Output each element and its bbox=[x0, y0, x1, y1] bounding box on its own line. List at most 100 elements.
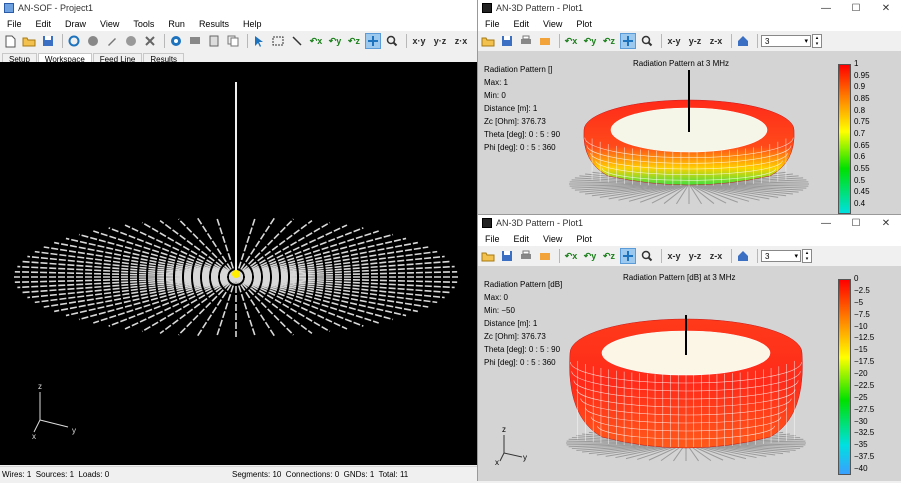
maximize-icon[interactable]: ☐ bbox=[841, 3, 871, 14]
menu-edit[interactable]: Edit bbox=[507, 19, 537, 29]
plot1-chart-title: Radiation Pattern at 3 MHz bbox=[633, 59, 730, 68]
view-yz-button[interactable]: y-z bbox=[686, 33, 704, 49]
main-window: AN-SOF - Project1 File Edit Draw View To… bbox=[0, 0, 477, 482]
export-icon[interactable] bbox=[537, 33, 553, 49]
select-arrow-icon[interactable] bbox=[251, 33, 267, 49]
menu-file[interactable]: File bbox=[478, 19, 507, 29]
plot2-title: AN-3D Pattern - Plot1 bbox=[496, 218, 584, 228]
open-folder-icon[interactable] bbox=[480, 248, 496, 264]
view-zx-button[interactable]: z·x bbox=[452, 33, 470, 49]
pan-icon[interactable] bbox=[620, 33, 636, 49]
rotate-y-icon[interactable]: ↶y bbox=[582, 248, 598, 264]
select-box-icon[interactable] bbox=[270, 33, 286, 49]
frequency-select[interactable]: 3 ▾ bbox=[761, 250, 801, 262]
menu-view[interactable]: View bbox=[536, 234, 569, 244]
rotate-z-icon[interactable]: ↶z bbox=[346, 33, 362, 49]
sphere-icon[interactable] bbox=[85, 33, 101, 49]
colorbar-tick-label: 0.9 bbox=[854, 82, 866, 92]
rotate-x-icon[interactable]: ↶x bbox=[308, 33, 324, 49]
axis-label-z: z bbox=[38, 382, 42, 391]
colorbar-tick-label: 0.4 bbox=[854, 199, 866, 208]
zoom-icon[interactable] bbox=[639, 33, 655, 49]
plot1-canvas[interactable]: Radiation Pattern at 3 MHz Radiation Pat… bbox=[478, 52, 901, 214]
toolbar-separator bbox=[661, 249, 662, 263]
menu-view[interactable]: View bbox=[536, 19, 569, 29]
colorbar-tick-label: 0.5 bbox=[854, 175, 866, 185]
colorbar-tick-label: −27.5 bbox=[854, 404, 875, 414]
draw-line-icon[interactable] bbox=[289, 33, 305, 49]
menu-plot[interactable]: Plot bbox=[569, 19, 599, 29]
chevron-down-icon: ▾ bbox=[794, 253, 798, 260]
new-file-icon[interactable] bbox=[2, 33, 18, 49]
minimize-icon[interactable]: — bbox=[811, 3, 841, 14]
home-icon[interactable] bbox=[735, 248, 751, 264]
delete-icon[interactable] bbox=[142, 33, 158, 49]
menu-run[interactable]: Run bbox=[161, 19, 192, 29]
save-icon[interactable] bbox=[499, 248, 515, 264]
open-folder-icon[interactable] bbox=[21, 33, 37, 49]
frequency-spinner[interactable]: ▴ ▾ bbox=[802, 249, 812, 263]
workspace-viewport[interactable]: z y x bbox=[0, 62, 477, 465]
menu-file[interactable]: File bbox=[0, 19, 29, 29]
status-left: Wires: 1 Sources: 1 Loads: 0 bbox=[2, 470, 110, 479]
plot1-toolbar: ↶x ↶y ↶z x-y y-z z-x 3 ▾ ▴ ▾ bbox=[478, 31, 901, 51]
view-xy-button[interactable]: x-y bbox=[665, 33, 683, 49]
zoom-icon[interactable] bbox=[639, 248, 655, 264]
export-icon[interactable] bbox=[537, 248, 553, 264]
menu-draw[interactable]: Draw bbox=[58, 19, 93, 29]
menu-file[interactable]: File bbox=[478, 234, 507, 244]
axis-label-x: x bbox=[32, 432, 36, 441]
open-folder-icon[interactable] bbox=[480, 33, 496, 49]
home-icon[interactable] bbox=[735, 33, 751, 49]
frequency-spinner[interactable]: ▴ ▾ bbox=[812, 34, 822, 48]
save-icon[interactable] bbox=[499, 33, 515, 49]
view-yz-button[interactable]: y-z bbox=[686, 248, 704, 264]
ground-icon[interactable] bbox=[123, 33, 139, 49]
menu-view[interactable]: View bbox=[93, 19, 126, 29]
main-statusbar: Wires: 1 Sources: 1 Loads: 0 Segments: 1… bbox=[0, 466, 477, 482]
print-icon[interactable] bbox=[518, 33, 534, 49]
refresh-icon[interactable] bbox=[66, 33, 82, 49]
menu-help[interactable]: Help bbox=[236, 19, 269, 29]
frequency-select[interactable]: 3 ▾ bbox=[761, 35, 811, 47]
menu-results[interactable]: Results bbox=[192, 19, 236, 29]
comment-icon[interactable] bbox=[187, 33, 203, 49]
rotate-z-icon[interactable]: ↶z bbox=[601, 33, 617, 49]
rotate-y-icon[interactable]: ↶y bbox=[327, 33, 343, 49]
toolbar-separator bbox=[247, 34, 248, 48]
run-icon[interactable] bbox=[168, 33, 184, 49]
menu-plot[interactable]: Plot bbox=[569, 234, 599, 244]
report-icon[interactable] bbox=[206, 33, 222, 49]
print-icon[interactable] bbox=[518, 248, 534, 264]
menu-edit[interactable]: Edit bbox=[29, 19, 59, 29]
minimize-icon[interactable]: — bbox=[811, 218, 841, 229]
rotate-y-icon[interactable]: ↶y bbox=[582, 33, 598, 49]
colorbar-tick-label: −25 bbox=[854, 392, 868, 402]
rotate-x-icon[interactable]: ↶x bbox=[563, 33, 579, 49]
rotate-x-icon[interactable]: ↶x bbox=[563, 248, 579, 264]
view-zx-button[interactable]: z-x bbox=[707, 33, 725, 49]
colorbar-tick-label: −17.5 bbox=[854, 357, 875, 367]
menu-edit[interactable]: Edit bbox=[507, 234, 537, 244]
info-line: Zc [Ohm]: 376.73 bbox=[484, 117, 546, 126]
plot2-canvas[interactable]: Radiation Pattern [dB] at 3 MHz Radiatio… bbox=[478, 267, 901, 481]
view-zx-button[interactable]: z-x bbox=[707, 248, 725, 264]
rotate-z-icon[interactable]: ↶z bbox=[601, 248, 617, 264]
plot1-menubar: File Edit View Plot bbox=[478, 16, 901, 31]
maximize-icon[interactable]: ☐ bbox=[841, 218, 871, 229]
pan-icon[interactable] bbox=[620, 248, 636, 264]
view-yz-button[interactable]: y·z bbox=[431, 33, 449, 49]
zoom-icon[interactable] bbox=[384, 33, 400, 49]
plot2-toolbar: ↶x ↶y ↶z x-y y-z z-x 3 ▾ ▴ ▾ bbox=[478, 246, 901, 266]
view-xy-button[interactable]: x-y bbox=[665, 248, 683, 264]
menu-tools[interactable]: Tools bbox=[126, 19, 161, 29]
toolbar-separator bbox=[731, 34, 732, 48]
view-xy-button[interactable]: x·y bbox=[410, 33, 428, 49]
info-line: Distance [m]: 1 bbox=[484, 319, 538, 328]
close-icon[interactable]: ✕ bbox=[871, 3, 901, 14]
save-icon[interactable] bbox=[40, 33, 56, 49]
close-icon[interactable]: ✕ bbox=[871, 218, 901, 229]
pan-icon[interactable] bbox=[365, 33, 381, 49]
copy-icon[interactable] bbox=[225, 33, 241, 49]
pencil-icon[interactable] bbox=[104, 33, 120, 49]
